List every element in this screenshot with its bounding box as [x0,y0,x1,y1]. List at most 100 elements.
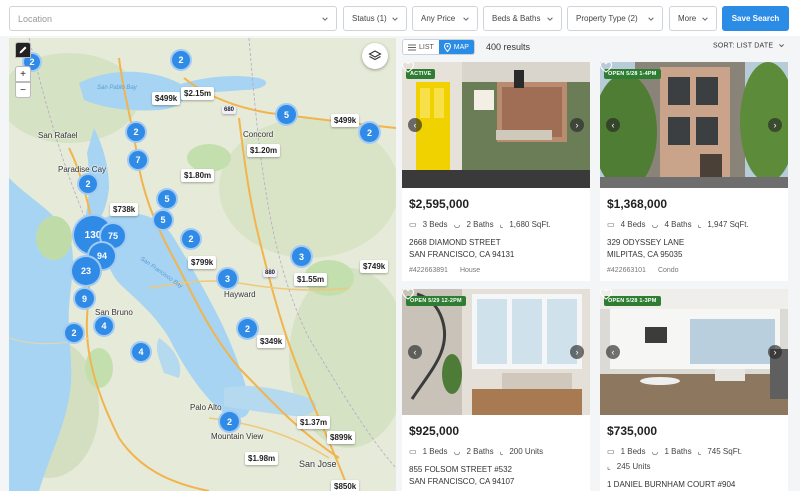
chevron-left-icon: ‹ [611,120,615,130]
cluster-marker[interactable]: 2 [77,173,99,195]
price-marker[interactable]: $1.55m [294,273,328,286]
cluster-marker[interactable]: 5 [275,103,298,126]
listing-price: $1,368,000 [607,197,668,211]
price-marker[interactable]: $1.20m [247,144,281,157]
heart-icon[interactable] [402,289,414,300]
zoom-out-button[interactable]: − [15,82,31,98]
next-photo-button[interactable]: › [768,345,782,359]
cluster-marker[interactable]: 2 [63,322,85,344]
baths-value: 1 Baths [664,447,692,456]
next-photo-button[interactable]: › [570,118,584,132]
map-view[interactable]: San Pablo Bay San Francisco Bay San Rafa… [9,38,396,491]
city-label: Mountain View [211,432,264,441]
prev-photo-button[interactable]: ‹ [606,118,620,132]
draw-tool-button[interactable] [15,42,31,58]
chevron-down-icon [779,44,785,48]
beds-value: 3 Beds [422,220,448,229]
chevron-left-icon: ‹ [413,120,417,130]
price-marker[interactable]: $349k [257,335,286,348]
price-marker[interactable]: $850k [331,480,360,491]
beds-baths-dropdown[interactable]: Beds & Baths [483,6,562,31]
status-label: Status (1) [352,14,387,23]
plus-icon: + [20,68,26,80]
price-marker[interactable]: $749k [360,260,389,273]
price-dropdown[interactable]: Any Price [412,6,478,31]
list-view-button[interactable]: LIST [403,40,439,54]
listing-card[interactable]: OPEN 5/29 12-2PM ‹ › $925,000 ▭ 1 Beds ◡ 2… [402,289,590,491]
cluster-marker[interactable]: 4 [93,315,115,337]
price-marker[interactable]: $499k [152,92,181,105]
cluster-marker[interactable]: 2 [125,121,147,143]
chevron-right-icon: › [575,347,579,357]
cluster-marker[interactable]: 2 [218,410,241,433]
map-layers-button[interactable] [362,43,388,69]
cluster-marker[interactable]: 7 [127,149,149,171]
heart-icon[interactable] [402,62,414,73]
sort-dropdown[interactable]: SORT: LIST DATE [713,42,785,49]
bath-icon: ◡ [651,447,659,456]
listing-card[interactable]: OPEN 5/28 1-4PM ‹ › $1,368,000 ▭ 4 Beds ◡… [600,62,788,281]
price-marker[interactable]: $799k [188,256,217,269]
heart-icon[interactable] [600,62,612,73]
listing-card[interactable]: OPEN 5/28 1-3PM ‹ › $735,000 ▭ 1 Beds ◡ 1 … [600,289,788,491]
listing-photo-image [402,289,590,415]
price-marker[interactable]: $2.15m [181,87,215,100]
price-marker[interactable]: $499k [331,114,360,127]
cluster-marker[interactable]: 23 [70,255,102,287]
listing-photo[interactable]: ACTIVE ‹ › [402,62,590,188]
price-marker[interactable]: $1.37m [297,416,331,429]
prev-photo-button[interactable]: ‹ [606,345,620,359]
baths-value: 2 Baths [466,220,494,229]
chevron-down-icon [463,17,469,21]
cluster-marker[interactable]: 4 [130,341,152,363]
more-label: More [678,14,697,23]
price-marker[interactable]: $738k [110,203,139,216]
address-city: SAN FRANCISCO, CA 94131 [409,250,515,259]
cluster-marker[interactable]: 9 [73,287,96,310]
listing-card[interactable]: ACTIVE ‹ › $2,595,000 ▭ 3 Beds ◡ 2 Baths ⌞… [402,62,590,281]
zoom-in-button[interactable]: + [15,66,31,82]
prev-photo-button[interactable]: ‹ [408,345,422,359]
cluster-marker[interactable]: 3 [290,245,313,268]
price-marker[interactable]: $1.80m [181,169,215,182]
cluster-marker[interactable]: 5 [152,209,174,231]
property-type-dropdown[interactable]: Property Type (2) [567,6,663,31]
listing-address: 329 ODYSSEY LANE MILPITAS, CA 95035 [607,237,788,261]
results-count: 400 results [486,42,531,52]
baths-value: 2 Baths [466,447,494,456]
units-icon: ⌞ [607,462,611,471]
listing-photo[interactable]: OPEN 5/28 1-3PM ‹ › [600,289,788,415]
chevron-down-icon [547,17,553,21]
bed-icon: ▭ [409,220,417,229]
location-input[interactable]: Location [9,6,337,31]
save-search-button[interactable]: Save Search [722,6,789,31]
bath-icon: ◡ [651,220,659,229]
more-filters-dropdown[interactable]: More [669,6,717,31]
cluster-marker[interactable]: 2 [358,121,381,144]
price-marker[interactable]: $1.98m [245,452,279,465]
city-label: Hayward [224,290,256,299]
listing-facts: ▭ 4 Beds ◡ 4 Baths ⌞ 1,947 SqFt. [607,220,788,229]
units-icon: ⌞ [499,447,504,456]
status-dropdown[interactable]: Status (1) [343,6,407,31]
price-marker[interactable]: $899k [327,431,356,444]
cluster-marker[interactable]: 2 [180,228,202,250]
cluster-marker[interactable]: 5 [156,188,178,210]
bed-icon: ▭ [607,447,615,456]
map-pin-icon [443,42,451,52]
bath-icon: ◡ [453,220,461,229]
listing-photo[interactable]: OPEN 5/29 12-2PM ‹ › [402,289,590,415]
size-value: 1,680 SqFt. [509,220,551,229]
map-view-button[interactable]: MAP [438,40,474,54]
listing-photo-image [402,62,590,188]
cluster-marker[interactable]: 2 [236,317,259,340]
cluster-marker[interactable]: 3 [216,267,239,290]
prev-photo-button[interactable]: ‹ [408,118,422,132]
map-view-label: MAP [453,43,469,51]
next-photo-button[interactable]: › [570,345,584,359]
listing-photo[interactable]: OPEN 5/28 1-4PM ‹ › [600,62,788,188]
heart-icon[interactable] [600,289,612,300]
cluster-marker[interactable]: 2 [170,49,192,71]
next-photo-button[interactable]: › [768,118,782,132]
chevron-down-icon [392,17,398,21]
